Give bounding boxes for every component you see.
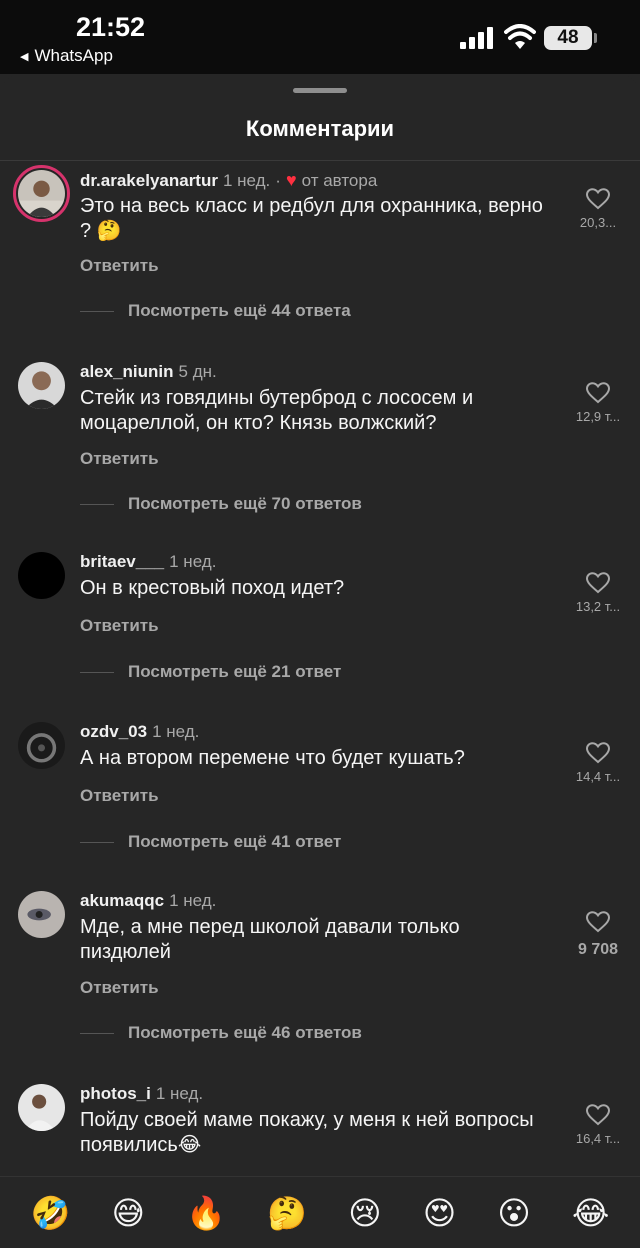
comment-meta: alex_niunin 5 дн. bbox=[80, 362, 217, 382]
like-heart-icon[interactable] bbox=[586, 742, 610, 764]
username[interactable]: dr.arakelyanartur bbox=[80, 171, 218, 191]
back-triangle-icon: ◀ bbox=[20, 50, 29, 63]
comment-time: 1 нед. bbox=[152, 722, 200, 741]
emoji-heart-eyes[interactable]: 😍 bbox=[423, 1193, 456, 1233]
username[interactable]: britaev___ bbox=[80, 552, 164, 572]
username[interactable]: ozdv_03 bbox=[80, 722, 147, 742]
like-group: 14,4 т... bbox=[570, 742, 626, 784]
comment-text: Пойду своей маме покажу, у меня к ней во… bbox=[80, 1109, 534, 1156]
comment-item: akumaqqc 1 нед. Мде, а мне перед школой … bbox=[0, 891, 640, 1051]
view-replies-label: Посмотреть ещё 21 ответ bbox=[128, 662, 342, 681]
comment-meta: ozdv_03 1 нед. bbox=[80, 722, 199, 742]
like-group: 9 708 bbox=[570, 911, 626, 959]
clock: 21:52 bbox=[76, 12, 146, 42]
replies-line bbox=[80, 1032, 114, 1034]
view-replies-button[interactable]: Посмотреть ещё 21 ответ bbox=[80, 662, 341, 682]
view-replies-label: Посмотреть ещё 44 ответа bbox=[128, 301, 351, 320]
like-heart-icon[interactable] bbox=[586, 911, 610, 933]
like-group: 12,9 т... bbox=[570, 382, 626, 424]
emoji-rofl[interactable]: 🤣 bbox=[31, 1193, 71, 1233]
avatar[interactable] bbox=[18, 722, 65, 769]
comment-item: dr.arakelyanartur 1 нед. · ♥ от автора Э… bbox=[0, 165, 640, 330]
author-badge: от автора bbox=[301, 170, 378, 190]
reply-button[interactable]: Ответить bbox=[80, 616, 159, 636]
replies-line bbox=[80, 671, 114, 673]
reply-button[interactable]: Ответить bbox=[80, 786, 159, 806]
comment-text: А на втором перемене что будет кушать? bbox=[80, 747, 465, 769]
avatar[interactable] bbox=[18, 891, 65, 938]
like-count: 9 708 bbox=[577, 941, 619, 958]
battery-indicator: 48 bbox=[544, 26, 592, 50]
sheet-title: Комментарии bbox=[245, 116, 395, 141]
view-replies-button[interactable]: Посмотреть ещё 46 ответов bbox=[80, 1023, 362, 1043]
like-heart-icon[interactable] bbox=[586, 572, 610, 594]
like-group: 13,2 т... bbox=[570, 572, 626, 614]
wifi-icon bbox=[504, 24, 536, 49]
view-replies-label: Посмотреть ещё 70 ответов bbox=[128, 494, 362, 513]
avatar[interactable] bbox=[13, 165, 70, 222]
sheet-grabber[interactable] bbox=[293, 88, 347, 93]
like-group: 16,4 т... bbox=[570, 1104, 626, 1146]
view-replies-button[interactable]: Посмотреть ещё 41 ответ bbox=[80, 832, 341, 852]
like-heart-icon[interactable] bbox=[586, 1104, 610, 1126]
comment-time: 5 дн. bbox=[178, 362, 217, 381]
comment-text: Он в крестовый поход идет? bbox=[80, 577, 345, 599]
view-replies-label: Посмотреть ещё 41 ответ bbox=[128, 832, 342, 851]
comment-time: 1 нед. bbox=[222, 170, 271, 190]
replies-line bbox=[80, 503, 114, 505]
separator-dot: · bbox=[275, 170, 281, 190]
emoji-open-mouth[interactable]: 😮 bbox=[497, 1193, 530, 1233]
emoji-bar: 🤣 😅 🔥 🤔 😢 😍 😮 😂 bbox=[0, 1176, 640, 1248]
comment-meta: dr.arakelyanartur 1 нед. · ♥ от автора bbox=[80, 170, 377, 191]
avatar[interactable] bbox=[18, 362, 65, 409]
emoji-fire[interactable]: 🔥 bbox=[186, 1193, 226, 1233]
avatar[interactable] bbox=[18, 1084, 65, 1131]
view-replies-button[interactable]: Посмотреть ещё 44 ответа bbox=[80, 301, 351, 321]
like-count: 16,4 т... bbox=[575, 1131, 621, 1146]
username[interactable]: photos_i bbox=[80, 1084, 151, 1104]
reply-button[interactable]: Ответить bbox=[80, 256, 159, 276]
comment-meta: photos_i 1 нед. bbox=[80, 1084, 203, 1104]
emoji-thinking[interactable]: 🤔 bbox=[267, 1193, 307, 1233]
replies-line bbox=[80, 310, 114, 312]
comment-text: Стейк из говядины бутерброд с лососем и … bbox=[80, 387, 474, 434]
reply-button[interactable]: Ответить bbox=[80, 978, 159, 998]
view-replies-label: Посмотреть ещё 46 ответов bbox=[128, 1023, 362, 1042]
divider bbox=[0, 160, 640, 161]
comment-time: 1 нед. bbox=[169, 891, 217, 910]
view-replies-button[interactable]: Посмотреть ещё 70 ответов bbox=[80, 494, 362, 514]
like-count: 13,2 т... bbox=[575, 599, 621, 614]
comment-meta: britaev___ 1 нед. bbox=[80, 552, 216, 572]
cellular-signal-icon bbox=[460, 27, 493, 49]
like-count: 20,3... bbox=[579, 215, 617, 230]
comment-item: alex_niunin 5 дн. Стейк из говядины буте… bbox=[0, 362, 640, 522]
emoji-crying[interactable]: 😢 bbox=[348, 1193, 381, 1233]
like-count: 12,9 т... bbox=[575, 409, 621, 424]
battery-tip bbox=[594, 33, 597, 43]
reply-button[interactable]: Ответить bbox=[80, 449, 159, 469]
comment-item: ozdv_03 1 нед. А на втором перемене что … bbox=[0, 722, 640, 882]
author-heart-icon: ♥ bbox=[285, 170, 297, 190]
status-bar: 21:52 ◀ WhatsApp 48 bbox=[0, 0, 640, 74]
comment-meta: akumaqqc 1 нед. bbox=[80, 891, 216, 911]
back-app-label: WhatsApp bbox=[34, 46, 113, 65]
comments-sheet: Комментарии dr.arakelyanartur 1 нед. · ♥… bbox=[0, 74, 640, 1248]
comment-text: Мде, а мне перед школой давали только пи… bbox=[80, 916, 460, 963]
like-group: 20,3... bbox=[570, 188, 626, 230]
like-heart-icon[interactable] bbox=[586, 382, 610, 404]
emoji-sweat-smile[interactable]: 😅 bbox=[112, 1193, 145, 1233]
comment-text: Это на весь класс и редбул для охранника… bbox=[80, 195, 543, 242]
avatar[interactable] bbox=[18, 552, 65, 599]
back-to-app-link[interactable]: ◀ WhatsApp bbox=[20, 46, 113, 66]
like-heart-icon[interactable] bbox=[586, 188, 610, 210]
comment-time: 1 нед. bbox=[155, 1084, 204, 1103]
username[interactable]: alex_niunin bbox=[80, 362, 174, 382]
username[interactable]: akumaqqc bbox=[80, 891, 164, 911]
like-count: 14,4 т... bbox=[575, 769, 621, 784]
replies-line bbox=[80, 841, 114, 843]
comment-item: britaev___ 1 нед. Он в крестовый поход и… bbox=[0, 552, 640, 712]
emoji-joy[interactable]: 😂 bbox=[572, 1193, 609, 1233]
comment-time: 1 нед. bbox=[169, 552, 217, 571]
